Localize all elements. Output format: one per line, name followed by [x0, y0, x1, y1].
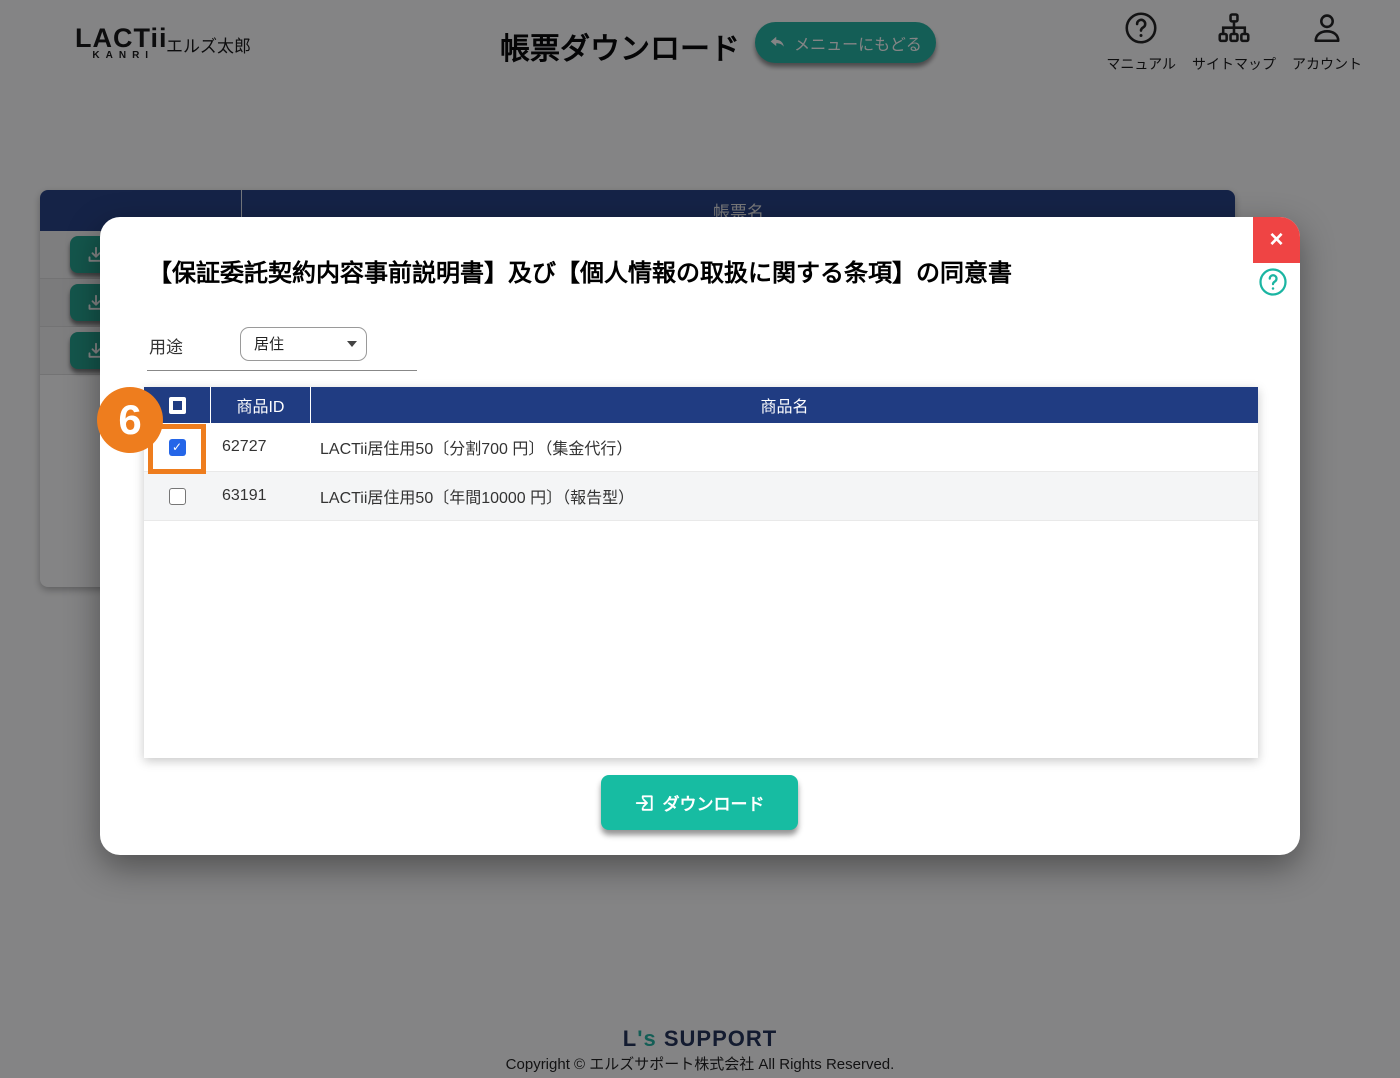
product-checkbox-checked[interactable] — [169, 439, 186, 456]
modal-title: 【保証委託契約内容事前説明書】及び【個人情報の取扱に関する条項】の同意書 — [148, 253, 1012, 288]
download-button-label: ダウンロード — [663, 790, 765, 815]
usage-label: 用途 — [149, 333, 183, 358]
product-name: LACTii居住用50〔分割700 円〕（集金代行） — [310, 435, 1258, 459]
product-table: 商品ID 商品名 62727 LACTii居住用50〔分割700 円〕（集金代行… — [144, 387, 1258, 758]
modal-close-button[interactable]: × — [1253, 217, 1300, 263]
product-row: 62727 LACTii居住用50〔分割700 円〕（集金代行） — [144, 423, 1258, 472]
product-id-header: 商品ID — [210, 387, 310, 423]
product-name: LACTii居住用50〔年間10000 円〕（報告型） — [310, 484, 1258, 508]
export-arrow-icon — [635, 793, 655, 813]
usage-underline — [147, 370, 417, 371]
download-button[interactable]: ダウンロード — [601, 775, 798, 830]
product-checkbox-cell — [144, 488, 210, 505]
agreement-download-modal: × 【保証委託契約内容事前説明書】及び【個人情報の取扱に関する条項】の同意書 用… — [100, 217, 1300, 855]
product-name-header: 商品名 — [310, 387, 1258, 423]
usage-select-wrapper: 居住 — [240, 327, 367, 361]
product-table-header: 商品ID 商品名 — [144, 387, 1258, 423]
product-id: 63191 — [210, 487, 310, 505]
product-id: 62727 — [210, 438, 310, 456]
product-checkbox-unchecked[interactable] — [169, 488, 186, 505]
usage-select[interactable]: 居住 — [240, 327, 367, 361]
select-all-checkbox[interactable] — [169, 397, 186, 414]
modal-help-icon[interactable] — [1258, 267, 1288, 297]
product-row: 63191 LACTii居住用50〔年間10000 円〕（報告型） — [144, 472, 1258, 521]
annotation-step-6: 6 — [97, 387, 163, 453]
